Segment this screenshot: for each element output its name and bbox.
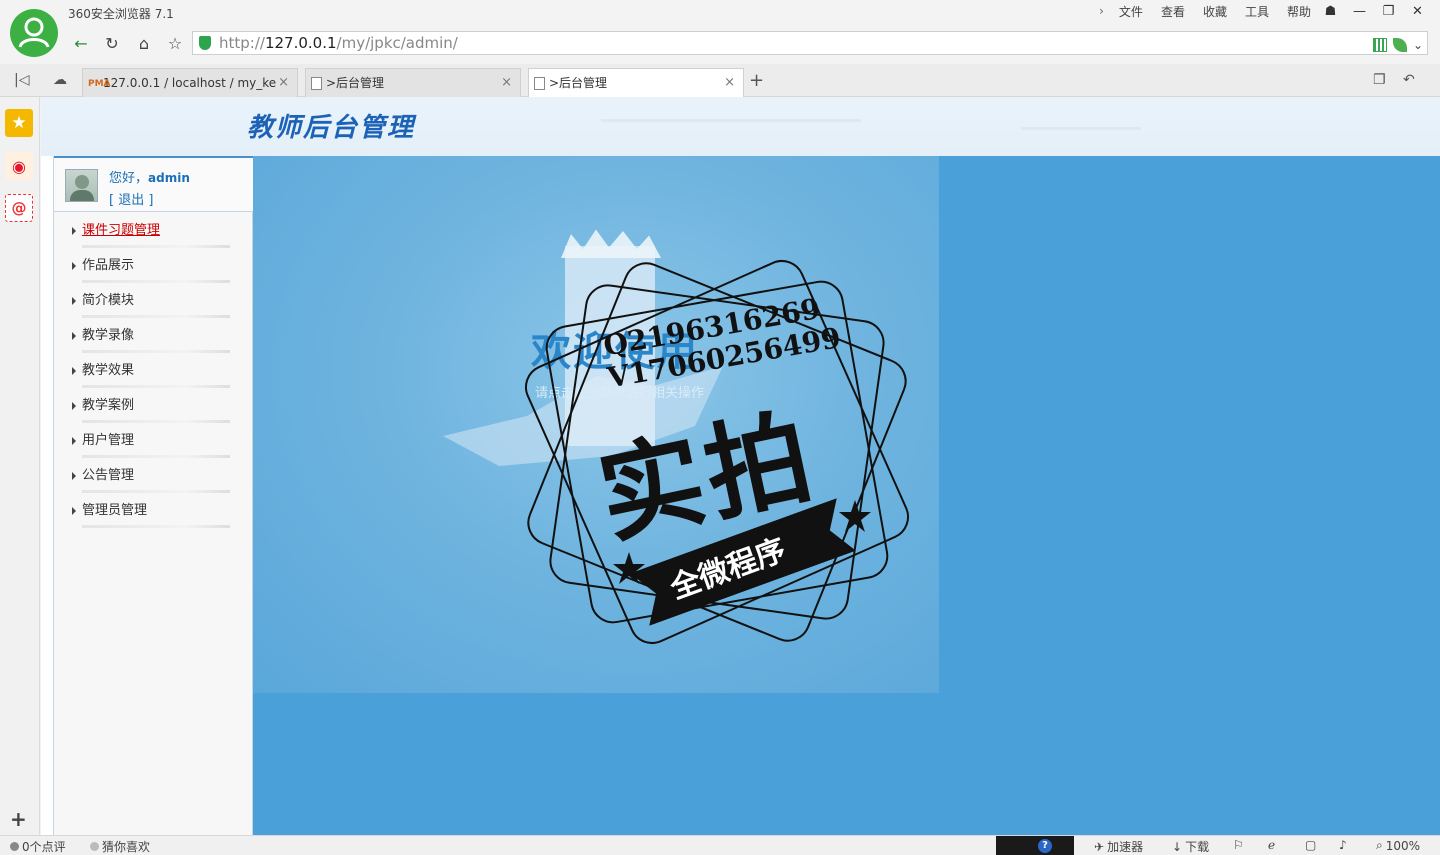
page-icon — [311, 77, 322, 90]
username: admin — [148, 171, 190, 185]
flag-icon[interactable]: ⚐ — [1233, 838, 1244, 852]
menu-file[interactable]: 文件 — [1110, 4, 1152, 20]
welcome-banner: 欢迎使用 请点击左边菜单进行相关操作 Q2196316269 V17060256… — [253, 156, 939, 693]
skin-icon[interactable]: ☗ — [1316, 0, 1345, 22]
star-icon[interactable]: ☆ — [162, 30, 188, 56]
user-greeting: 您好，admin — [109, 167, 190, 186]
main-content: 欢迎使用 请点击左边菜单进行相关操作 Q2196316269 V17060256… — [253, 156, 1440, 835]
web-page: 教师后台管理 您好，admin [ 退出 ] 课件习题管理 作品展示 简介模块 … — [41, 97, 1440, 835]
cloud-icon[interactable]: ☁ — [53, 72, 67, 88]
add-icon[interactable]: + — [10, 807, 27, 831]
maximize-button[interactable]: ❐ — [1374, 0, 1403, 22]
tab-label: 127.0.0.1 / localhost / my_ke — [103, 76, 277, 90]
address-bar-actions: ⌄ — [1372, 34, 1423, 56]
page-header: 教师后台管理 — [41, 97, 1440, 156]
ie-icon[interactable]: ℯ — [1268, 838, 1275, 852]
browser-name: 360安全浏览器 7.1 — [68, 7, 174, 21]
nav-item-videos[interactable]: 教学录像 — [70, 324, 230, 359]
refresh-icon[interactable]: ↻ — [99, 30, 125, 56]
undo-close-icon[interactable]: ↶ — [1403, 72, 1415, 88]
weibo-icon[interactable]: ◉ — [5, 152, 33, 180]
guess-item[interactable]: 猜你喜欢 — [90, 838, 150, 855]
close-icon[interactable]: × — [724, 69, 735, 97]
close-icon[interactable]: × — [501, 69, 512, 97]
qr-code-icon[interactable] — [1372, 38, 1387, 52]
url-host: 127.0.0.1 — [264, 34, 337, 52]
leaf-icon[interactable] — [1392, 38, 1407, 52]
tab-admin-1[interactable]: >后台管理 × — [305, 68, 521, 97]
tab-list-icon[interactable]: ❐ — [1373, 72, 1386, 88]
url-scheme: http:// — [219, 34, 265, 52]
zoom-label: 100% — [1385, 838, 1421, 853]
pma-icon: PMA — [88, 79, 111, 89]
user-panel: 您好，admin [ 退出 ] — [54, 156, 253, 212]
nav-item-notices[interactable]: 公告管理 — [70, 464, 230, 499]
chevron-down-icon[interactable]: ⌄ — [1413, 34, 1423, 56]
browser-side-rail: ★ ◉ @ + — [0, 97, 40, 835]
new-tab-button[interactable]: + — [749, 70, 769, 92]
minimize-button[interactable]: — — [1345, 0, 1374, 22]
comment-icon — [10, 842, 19, 851]
url-path: /my/jpkc/admin/ — [336, 34, 458, 52]
accelerator-item[interactable]: ✈ 加速器 — [1094, 838, 1143, 855]
browser-logo-icon[interactable] — [10, 9, 58, 57]
menu-help[interactable]: 帮助 — [1278, 4, 1320, 20]
tab-bar: |◁ ☁ PMA 127.0.0.1 / localhost / my_ke ×… — [0, 64, 1440, 98]
admin-nav: 课件习题管理 作品展示 简介模块 教学录像 教学效果 教学案例 用户管理 公告管… — [70, 219, 230, 534]
download-icon: ↓ — [1172, 839, 1183, 854]
avatar — [65, 169, 98, 202]
logout-link[interactable]: [ 退出 ] — [109, 189, 153, 208]
menu-view[interactable]: 查看 — [1152, 4, 1194, 20]
heart-icon — [90, 842, 99, 851]
admin-sidebar: 您好，admin [ 退出 ] 课件习题管理 作品展示 简介模块 教学录像 教学… — [53, 156, 253, 835]
help-icon[interactable]: ? — [1038, 839, 1052, 853]
tab-label: >后台管理 — [549, 76, 608, 90]
nav-item-works[interactable]: 作品展示 — [70, 254, 230, 289]
sidebar-toggle-icon[interactable]: |◁ — [14, 72, 29, 88]
status-bar: 0个点评 猜你喜欢 ? ✈ 加速器 ↓ 下载 ⚐ ℯ ▢ ♪ ⌕ 100% — [0, 835, 1440, 855]
page-icon — [534, 77, 545, 90]
nav-item-cases[interactable]: 教学案例 — [70, 394, 230, 429]
mail-icon[interactable]: @ — [5, 194, 33, 222]
sound-icon[interactable]: ♪ — [1339, 838, 1347, 852]
shield-icon — [199, 36, 211, 50]
window-controls: ☗ — ❐ ✕ — [1316, 0, 1432, 22]
greeting-text: 您好， — [109, 171, 149, 186]
window-icon[interactable]: ▢ — [1305, 838, 1316, 852]
back-arrow-icon[interactable]: ← — [68, 30, 94, 56]
address-bar[interactable]: http://127.0.0.1/my/jpkc/admin/ ⌄ — [192, 31, 1428, 55]
tab-label: >后台管理 — [326, 76, 385, 90]
zoom-item[interactable]: ⌕ 100% — [1376, 838, 1420, 853]
nav-item-effects[interactable]: 教学效果 — [70, 359, 230, 394]
browser-titlebar: 360安全浏览器 7.1 › 文件 查看 收藏 工具 帮助 ☗ — ❐ ✕ ← … — [0, 0, 1440, 64]
navigation-bar: ← ↻ ⌂ ☆ http://127.0.0.1/my/jpkc/admin/ … — [68, 30, 1432, 56]
download-label: 下载 — [1185, 840, 1210, 854]
nav-item-users[interactable]: 用户管理 — [70, 429, 230, 464]
chevron-right-icon[interactable]: › — [1093, 4, 1110, 20]
reviews-item[interactable]: 0个点评 — [10, 838, 66, 855]
favorites-star-icon[interactable]: ★ — [5, 109, 33, 137]
close-window-button[interactable]: ✕ — [1403, 0, 1432, 22]
menu-favorites[interactable]: 收藏 — [1194, 4, 1236, 20]
accelerator-label: 加速器 — [1107, 840, 1144, 854]
browser-menu: › 文件 查看 收藏 工具 帮助 — [1093, 4, 1320, 20]
rocket-icon: ✈ — [1094, 839, 1105, 854]
download-item[interactable]: ↓ 下载 — [1172, 838, 1209, 855]
nav-item-courseware[interactable]: 课件习题管理 — [70, 219, 230, 254]
ime-toolbar[interactable]: ? — [996, 836, 1074, 855]
reviews-label: 0个点评 — [22, 840, 66, 854]
nav-item-admins[interactable]: 管理员管理 — [70, 499, 230, 534]
close-icon[interactable]: × — [278, 69, 289, 97]
home-icon[interactable]: ⌂ — [131, 30, 157, 56]
tab-phpmyadmin[interactable]: PMA 127.0.0.1 / localhost / my_ke × — [82, 68, 298, 97]
magnifier-icon: ⌕ — [1376, 838, 1383, 852]
page-title: 教师后台管理 — [247, 113, 416, 143]
menu-tools[interactable]: 工具 — [1236, 4, 1278, 20]
nav-item-intro[interactable]: 简介模块 — [70, 289, 230, 324]
guess-label: 猜你喜欢 — [102, 840, 151, 854]
tab-admin-2[interactable]: >后台管理 × — [528, 68, 744, 98]
watermark-stamp: Q2196316269 V17060256499 实拍 全微程序 — [517, 252, 917, 652]
